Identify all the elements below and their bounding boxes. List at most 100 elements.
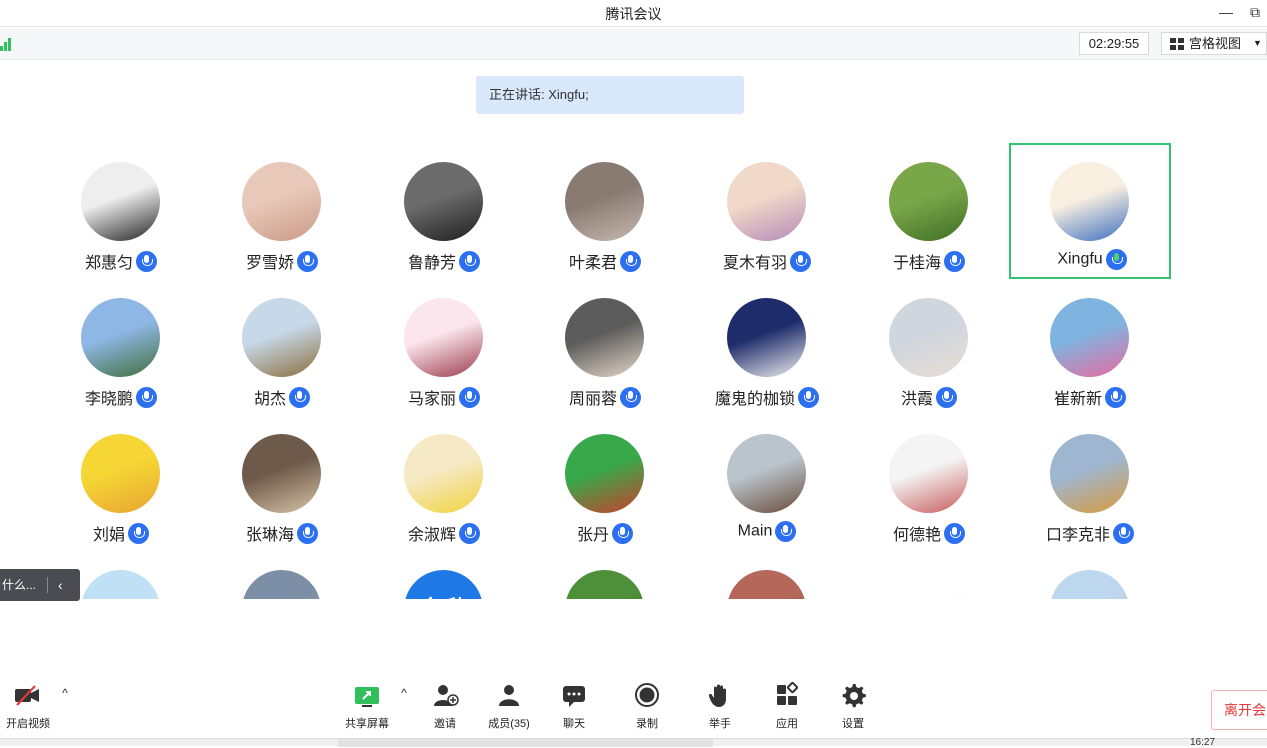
microphone-icon <box>459 250 480 272</box>
participant-tile[interactable]: Main <box>686 415 848 551</box>
avatar <box>565 298 644 377</box>
microphone-icon <box>1105 249 1127 270</box>
participant-tile[interactable]: 魔鬼的枷锁 <box>686 279 848 415</box>
participant-name: 余淑辉 <box>407 527 456 544</box>
avatar: 全欣 <box>404 570 483 599</box>
microphone-icon <box>620 250 641 272</box>
chat-button[interactable]: 聊天 <box>557 680 591 731</box>
microphone-icon <box>459 522 480 544</box>
participant-tile[interactable]: 鲁静芳 <box>363 143 525 279</box>
participant-tile[interactable]: 郑惠匀 <box>40 143 202 279</box>
microphone-icon <box>612 522 633 544</box>
record-label: 录制 <box>636 718 658 730</box>
microphone-icon <box>1113 522 1134 544</box>
video-label: 开启视频 <box>6 718 50 730</box>
participant-tile[interactable]: 叶柔君 <box>524 143 686 279</box>
participant-name: Xingfu <box>1057 250 1103 268</box>
microphone-icon <box>128 522 149 544</box>
microphone-icon <box>944 250 965 272</box>
avatar <box>1050 434 1129 513</box>
apps-label: 应用 <box>776 718 798 730</box>
participant-name: 李晓鹏 <box>84 391 133 408</box>
participant-tile[interactable]: 口李克非 <box>1009 415 1171 551</box>
participant-tile[interactable]: 张丹 <box>524 415 686 551</box>
participant-name: 夏木有羽 <box>722 255 787 272</box>
avatar <box>81 434 160 513</box>
participant-name: 张琳海 <box>245 527 294 544</box>
avatar <box>242 298 321 377</box>
microphone-icon <box>136 386 157 408</box>
apps-icon <box>772 680 802 710</box>
share-screen-icon <box>352 680 382 710</box>
avatar <box>727 162 806 241</box>
window-title: 腾讯会议 <box>605 6 662 22</box>
participant-tile[interactable] <box>848 551 1010 599</box>
members-label: 成员(35) <box>488 718 530 730</box>
participant-name: Main <box>737 522 773 540</box>
avatar-text: 全欣 <box>404 590 483 599</box>
chat-label: 聊天 <box>563 718 585 730</box>
participant-tile[interactable] <box>201 551 363 599</box>
share-options-caret[interactable]: ^ <box>397 686 411 700</box>
avatar <box>404 162 483 241</box>
participant-tile[interactable]: 于桂海 <box>848 143 1010 279</box>
restore-button[interactable]: ⧉ <box>1250 4 1260 21</box>
apps-button[interactable]: 应用 <box>770 680 804 731</box>
participant-tile[interactable] <box>1009 551 1171 599</box>
settings-button[interactable]: 设置 <box>836 680 870 731</box>
participant-tile[interactable]: 张琳海 <box>201 415 363 551</box>
leave-meeting-button[interactable]: 离开会 <box>1211 690 1267 730</box>
participant-tile[interactable]: 何德艳 <box>848 415 1010 551</box>
meeting-topbar: 02:29:55 宫格视图 ▼ <box>0 28 1267 60</box>
avatar <box>565 570 644 599</box>
taskbar-clock: 16:27 <box>1190 737 1216 748</box>
chat-preview-tab[interactable]: 什么... ‹ <box>0 569 80 601</box>
participant-tile[interactable]: 全欣 <box>363 551 525 599</box>
invite-button[interactable]: 邀请 <box>426 680 464 731</box>
speaking-indicator: 正在讲话: Xingfu; <box>476 76 744 114</box>
participant-name: 洪霞 <box>900 391 933 408</box>
participant-tile[interactable]: 余淑辉 <box>363 415 525 551</box>
share-screen-button[interactable]: 共享屏幕 <box>340 680 394 731</box>
chat-preview-text: 什么... <box>2 578 37 592</box>
add-user-icon <box>430 680 460 710</box>
chat-icon <box>559 680 589 710</box>
share-screen-label: 共享屏幕 <box>345 718 389 730</box>
avatar <box>1050 162 1129 241</box>
participant-name: 周丽蓉 <box>568 391 617 408</box>
record-button[interactable]: 录制 <box>630 680 664 731</box>
participant-tile[interactable]: 崔新新 <box>1009 279 1171 415</box>
microphone-icon <box>936 386 957 408</box>
participant-tile[interactable]: 马家丽 <box>363 279 525 415</box>
raise-hand-button[interactable]: 举手 <box>703 680 737 731</box>
members-button[interactable]: 成员(35) <box>484 680 534 731</box>
avatar <box>404 434 483 513</box>
video-options-caret[interactable]: ^ <box>58 686 72 700</box>
network-signal-icon[interactable] <box>0 37 12 51</box>
participant-tile[interactable]: 洪霞 <box>848 279 1010 415</box>
avatar <box>565 162 644 241</box>
participant-tile[interactable] <box>686 551 848 599</box>
participant-tile[interactable]: 李晓鹏 <box>40 279 202 415</box>
avatar <box>81 570 160 599</box>
participant-tile[interactable]: 胡杰 <box>201 279 363 415</box>
video-button[interactable]: 开启视频 <box>2 680 54 731</box>
participant-tile[interactable]: 夏木有羽 <box>686 143 848 279</box>
avatar <box>242 434 321 513</box>
avatar <box>889 570 968 599</box>
avatar <box>889 434 968 513</box>
participant-tile[interactable]: 罗雪娇 <box>201 143 363 279</box>
participant-name: 何德艳 <box>892 527 941 544</box>
chevron-left-icon[interactable]: ‹ <box>58 569 63 601</box>
participant-tile[interactable]: 周丽蓉 <box>524 279 686 415</box>
grid-view-icon <box>1170 38 1184 50</box>
participant-tile[interactable]: Xingfu <box>1009 143 1171 279</box>
microphone-icon <box>798 386 819 408</box>
minimize-button[interactable]: — <box>1219 4 1233 20</box>
invite-label: 邀请 <box>434 718 456 730</box>
microphone-icon <box>297 250 318 272</box>
participant-tile[interactable] <box>524 551 686 599</box>
view-switch-button[interactable]: 宫格视图 ▼ <box>1161 32 1267 55</box>
participant-tile[interactable]: 刘娟 <box>40 415 202 551</box>
participant-name: 罗雪娇 <box>245 255 294 272</box>
